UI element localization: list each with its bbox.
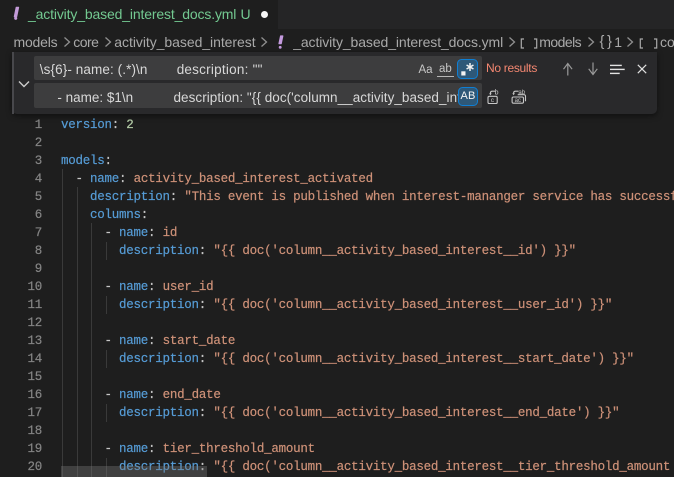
svg-text:ab: ab (518, 90, 525, 96)
svg-text:b: b (495, 89, 499, 96)
svg-text:ac: ac (515, 98, 521, 104)
